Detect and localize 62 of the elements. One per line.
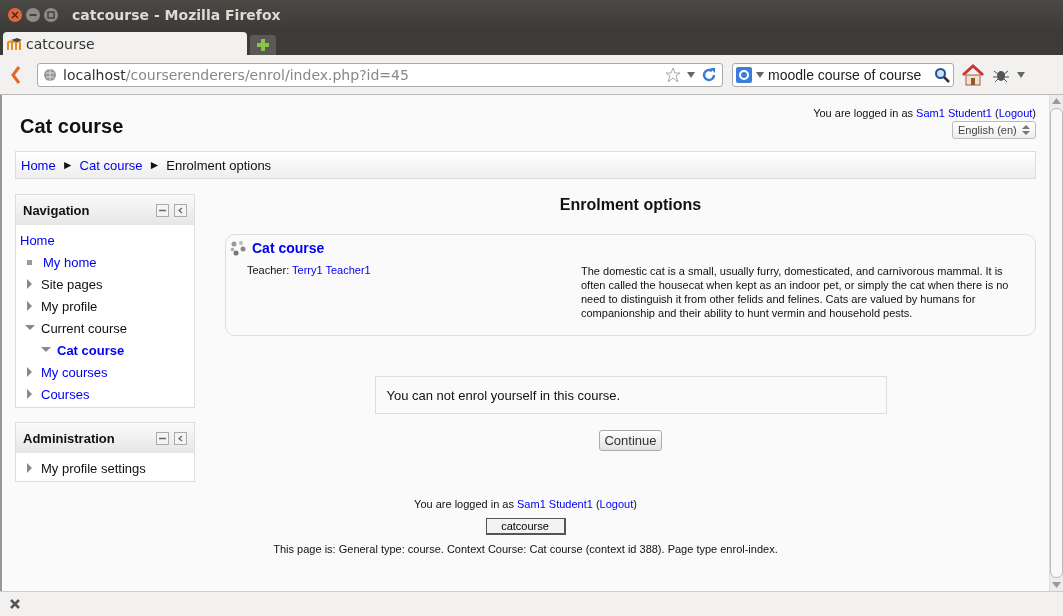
user-link[interactable]: Sam1 Student1 xyxy=(517,498,593,510)
teacher-info: Teacher: Terry1 Teacher1 xyxy=(247,264,372,278)
nav-label[interactable]: My profile xyxy=(41,298,98,314)
dropdown-arrow-icon[interactable] xyxy=(1017,71,1025,78)
window-title: catcourse - Mozilla Firefox xyxy=(72,7,281,23)
search-engine-icon[interactable] xyxy=(736,66,752,83)
course-summary: The domestic cat is a small, usually furry, domesticated, and carnivorous mammal. It is often called the housecat when kept as an indoor pet, or simply the cat when there is no need to distinguish it from other felids and felines. Cats are valued by humans for companionship and their ability to hunt vermin and household pests. xyxy=(581,264,1010,320)
collapse-block-icon[interactable] xyxy=(156,431,169,445)
nav-link[interactable]: Courses xyxy=(41,386,90,402)
nav-label[interactable]: Current course xyxy=(41,320,127,336)
search-icon[interactable] xyxy=(934,66,950,83)
up-down-arrows-icon xyxy=(1022,124,1030,136)
language-select[interactable]: English (en) xyxy=(952,121,1036,139)
breadcrumb-link[interactable]: Cat course xyxy=(79,157,143,173)
teacher-link[interactable]: Terry1 Teacher1 xyxy=(292,264,371,276)
home-icon[interactable] xyxy=(961,62,985,87)
logout-link[interactable]: Logout xyxy=(599,498,634,510)
page-info: This page is: General type: course. Context Course: Cat course (context id 388). Page type enrol-index. xyxy=(273,543,778,555)
back-icon[interactable] xyxy=(10,64,22,85)
notice-text: You can not enrol yourself in this course. xyxy=(386,387,621,403)
scroll-up-icon[interactable] xyxy=(1052,98,1061,104)
breadcrumb-separator: ► xyxy=(61,158,74,172)
breadcrumb-separator: ► xyxy=(148,158,161,172)
nav-label[interactable]: My profile settings xyxy=(41,460,146,476)
nav-link[interactable]: Home xyxy=(20,232,55,248)
dropdown-arrow-icon[interactable] xyxy=(687,71,695,78)
continue-button[interactable]: Continue xyxy=(599,430,662,451)
reload-icon[interactable] xyxy=(701,66,717,83)
minimize-button[interactable] xyxy=(26,8,40,22)
nav-label[interactable]: Site pages xyxy=(41,276,103,292)
close-icon[interactable] xyxy=(9,598,21,610)
block-title: Administration xyxy=(23,430,115,446)
globe-icon xyxy=(43,67,57,82)
course-link[interactable]: Cat course xyxy=(252,240,325,256)
new-tab-button[interactable] xyxy=(250,35,276,55)
breadcrumb-link[interactable]: Home xyxy=(21,157,56,173)
nav-link[interactable]: My courses xyxy=(41,364,108,380)
logout-link[interactable]: Logout xyxy=(998,107,1033,119)
page-heading: Cat course xyxy=(20,115,124,139)
moodle-logo-icon xyxy=(7,36,23,51)
block-title: Navigation xyxy=(23,202,90,218)
collapse-block-icon[interactable] xyxy=(156,203,169,217)
nav-link[interactable]: Cat course xyxy=(57,342,125,358)
login-info: You are logged in as Sam1 Student1 (Logout) xyxy=(813,107,1036,119)
close-button[interactable] xyxy=(8,8,22,22)
login-info: You are logged in as Sam1 Student1 (Logout) xyxy=(414,498,637,510)
dock-block-icon[interactable] xyxy=(174,203,187,217)
bookmark-star-icon[interactable] xyxy=(665,66,681,83)
course-icon xyxy=(230,240,246,256)
breadcrumb-current: Enrolment options xyxy=(166,157,272,173)
home-button[interactable]: catcourse xyxy=(485,518,566,535)
dropdown-arrow-icon[interactable] xyxy=(756,71,764,78)
section-heading: Enrolment options xyxy=(558,196,703,214)
dock-block-icon[interactable] xyxy=(174,431,187,445)
bullet-icon xyxy=(27,259,32,265)
address-bar[interactable]: localhost/courserenderers/enrol/index.php?id=45 xyxy=(37,62,723,87)
maximize-button[interactable] xyxy=(44,8,58,22)
search-field[interactable]: moodle course of course xyxy=(732,62,954,87)
browser-tab[interactable]: catcourse xyxy=(3,32,247,55)
nav-link[interactable]: My home xyxy=(43,254,97,270)
scroll-down-icon[interactable] xyxy=(1052,582,1061,588)
user-link[interactable]: Sam1 Student1 xyxy=(916,107,992,119)
